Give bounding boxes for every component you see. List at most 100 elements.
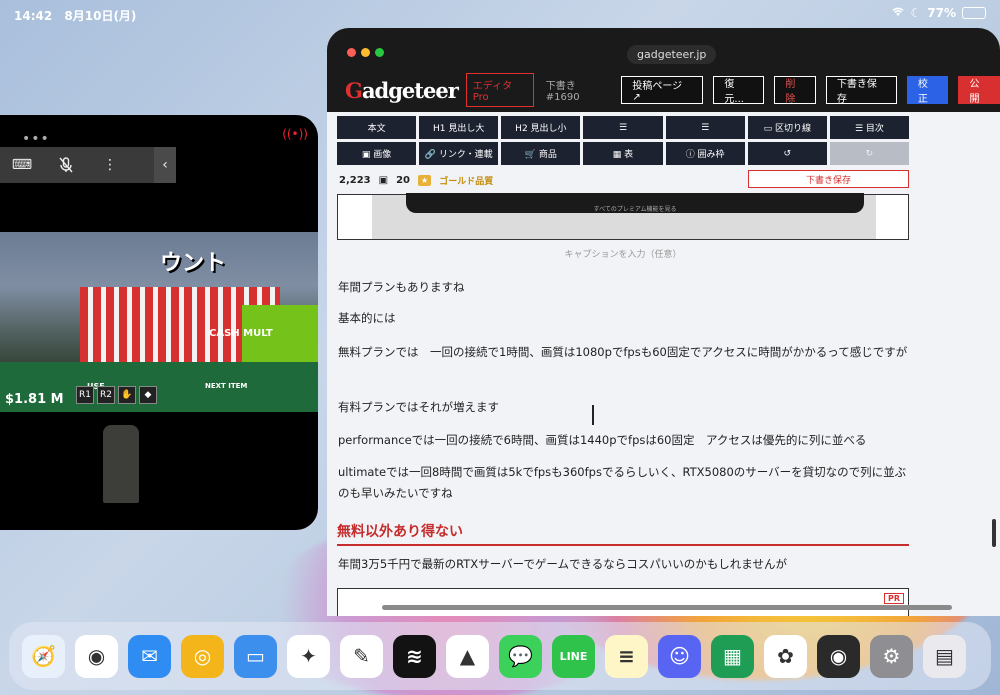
status-bar: 14:42 8月10日(月) ☾ 77% <box>0 0 1000 28</box>
gemini-app-icon[interactable]: ✦ <box>287 634 330 678</box>
moon-icon: ☾ <box>910 6 922 20</box>
format-tool-button[interactable]: ▦ 表 <box>583 142 663 165</box>
paragraph[interactable]: 有料プランではそれが増えます <box>338 397 910 418</box>
gold-quality-icon: ★ <box>418 175 432 186</box>
minimize-dot-icon[interactable] <box>361 48 370 57</box>
chrome-app-icon[interactable]: ◉ <box>75 634 118 678</box>
game-hotbar: R1 R2 ✋ ◆ <box>76 386 157 404</box>
status-time: 14:42 <box>14 9 53 23</box>
pr-badge: PR <box>883 593 904 604</box>
folder-apps-app-icon[interactable]: ▤ <box>923 634 966 678</box>
paragraph[interactable]: 無料プランでは 一回の接続で1時間、画質は1080pでfpsも60固定でアクセス… <box>338 342 910 363</box>
settings-app-icon[interactable]: ⚙ <box>870 634 913 678</box>
classroom-app-icon[interactable]: ▦ <box>711 634 754 678</box>
paragraph[interactable]: 年間3万5千円で最新のRTXサーバーでゲームできるならコスパいいのかもしれません… <box>338 554 910 575</box>
player-character <box>103 425 139 503</box>
money-counter: $1.81 M <box>5 392 64 407</box>
url-bar[interactable]: gadgeteer.jp <box>627 45 717 64</box>
hand-icon[interactable]: ✋ <box>118 386 136 404</box>
safari-app-icon[interactable]: 🧭 <box>22 634 65 678</box>
gold-quality-label: ゴールド品質 <box>439 177 494 187</box>
paragraph[interactable]: ultimateでは一回8時間で画質は5kでfpsも360fpsでるらしいく、R… <box>338 462 910 504</box>
delete-button[interactable]: 削除 <box>774 76 816 105</box>
writer-app-icon[interactable]: ✎ <box>340 634 383 678</box>
format-tool-button[interactable]: 🛒 商品 <box>501 142 581 165</box>
hotbar-slot[interactable]: R1 <box>76 386 94 404</box>
camera-app-icon[interactable]: ◉ <box>817 634 860 678</box>
format-toolbar: 本文 H1 見出し大 H2 見出し小 ☰ ☰ ▭ 区切り線 ☰ 目次 ▣ 画像 🔗 リンク・連載… <box>337 116 909 165</box>
format-tool-button[interactable]: ↻ <box>829 142 909 165</box>
spotify-app-icon[interactable]: ≋ <box>393 634 436 678</box>
discord-app-icon[interactable]: ☺ <box>658 634 701 678</box>
line-app-icon[interactable]: LINE <box>552 634 595 678</box>
text-cursor <box>592 405 594 425</box>
format-tool-button[interactable]: H2 見出し小 <box>501 116 581 139</box>
site-logo[interactable]: Gadgeteer <box>345 78 459 103</box>
game-window[interactable]: ••• ((•)) ⌨ ⋮ ‹ ウント CASH MULT USE NEXT I… <box>0 115 318 530</box>
horizontal-scrollbar[interactable] <box>382 605 952 610</box>
save-draft-button[interactable]: 下書き保存 <box>825 76 897 105</box>
post-page-button[interactable]: 投稿ページ ↗ <box>621 76 704 104</box>
draft-number: 下書き #1690 <box>545 81 580 103</box>
status-date: 8月10日(月) <box>64 9 137 23</box>
zoom-dot-icon[interactable] <box>375 48 384 57</box>
broadcast-icon[interactable]: ((•)) <box>282 127 308 141</box>
drive-app-icon[interactable]: ▲ <box>446 634 489 678</box>
image-count-icon: ▣ <box>378 175 389 186</box>
browser-window: gadgeteer.jp Gadgeteer エディタPro 下書き #1690… <box>327 28 1000 616</box>
restore-button[interactable]: 復元... <box>713 76 765 105</box>
format-tool-button[interactable]: ☰ <box>583 116 663 139</box>
battery-icon <box>962 7 986 19</box>
image-block[interactable]: すべてのプレミアム機能を見る <box>337 193 909 240</box>
editor-pro-badge: エディタPro <box>465 73 534 107</box>
format-tool-button[interactable]: ☰ 目次 <box>829 116 909 139</box>
window-menu-dots[interactable] <box>347 48 384 57</box>
mic-muted-icon[interactable] <box>44 147 88 183</box>
more-icon[interactable]: ⋮ <box>88 147 132 183</box>
messages-app-icon[interactable]: 💬 <box>499 634 542 678</box>
paragraph[interactable]: 基本的には <box>338 308 910 329</box>
proofread-button[interactable]: 校正 <box>906 76 949 105</box>
game-toolbar: ⌨ ⋮ ‹ <box>0 147 176 183</box>
article-stats: 2,223 ▣ 20 ★ ゴールド品質 <box>339 174 493 187</box>
dock: 🧭 ◉ ✉ ◎ ▭ ✦ ✎ ≋ ▲ 💬 LINE ≡ ☺ ▦ ✿ ◉ ⚙ ▤ <box>9 622 991 690</box>
section-heading[interactable]: 無料以外あり得ない <box>337 521 909 546</box>
files-app-icon[interactable]: ▭ <box>234 634 277 678</box>
format-tool-button[interactable]: 🔗 リンク・連載 <box>419 142 499 165</box>
mail-app-icon[interactable]: ✉ <box>128 634 171 678</box>
game-sign-text: ウント <box>160 251 227 276</box>
editor-topbar: Gadgeteer エディタPro 下書き #1690 投稿ページ ↗ 復元..… <box>327 68 1000 112</box>
window-menu-dots[interactable]: ••• <box>22 131 50 147</box>
word-count: 2,223 <box>339 175 371 186</box>
hotbar-slot[interactable]: ◆ <box>139 386 157 404</box>
format-tool-button[interactable]: ▣ 画像 <box>337 142 417 165</box>
image-overlay: すべてのプレミアム機能を見る <box>406 193 864 213</box>
cash-mult-label: CASH MULT <box>209 328 273 339</box>
game-scene[interactable] <box>0 232 318 503</box>
hotbar-slot[interactable]: R2 <box>97 386 115 404</box>
format-tool-button[interactable]: H1 見出し大 <box>419 116 499 139</box>
next-item-label: NEXT ITEM <box>205 382 248 390</box>
format-tool-button[interactable]: ⓘ 囲み枠 <box>665 142 745 165</box>
format-tool-button[interactable]: 本文 <box>337 116 417 139</box>
notes-app-icon[interactable]: ≡ <box>605 634 648 678</box>
format-tool-button[interactable]: ▭ 区切り線 <box>747 116 827 139</box>
battery-percent: 77% <box>927 6 956 20</box>
spiral-app-icon[interactable]: ◎ <box>181 634 224 678</box>
publish-button[interactable]: 公開 <box>958 76 1000 105</box>
save-draft-inline-button[interactable]: 下書き保存 <box>748 170 909 188</box>
wifi-icon <box>891 6 905 20</box>
pr-block[interactable]: PR <box>337 588 909 616</box>
chevron-left-icon[interactable]: ‹ <box>154 147 176 183</box>
photos-app-icon[interactable]: ✿ <box>764 634 807 678</box>
editor-area[interactable]: 本文 H1 見出し大 H2 見出し小 ☰ ☰ ▭ 区切り線 ☰ 目次 ▣ 画像 🔗 リンク・連載… <box>327 112 1000 616</box>
vertical-scrollbar[interactable] <box>992 519 996 547</box>
format-tool-button[interactable]: ☰ <box>665 116 745 139</box>
caption-input[interactable]: キャプションを入力（任意） <box>337 247 909 260</box>
paragraph[interactable]: performanceでは一回の接続で6時間、画質は1440pでfpsは60固定… <box>338 430 910 451</box>
close-dot-icon[interactable] <box>347 48 356 57</box>
paragraph[interactable]: 年間プランもありますね <box>338 277 910 298</box>
keyboard-icon[interactable]: ⌨ <box>0 147 44 183</box>
format-tool-button[interactable]: ↺ <box>747 142 827 165</box>
image-count: 20 <box>396 175 411 186</box>
